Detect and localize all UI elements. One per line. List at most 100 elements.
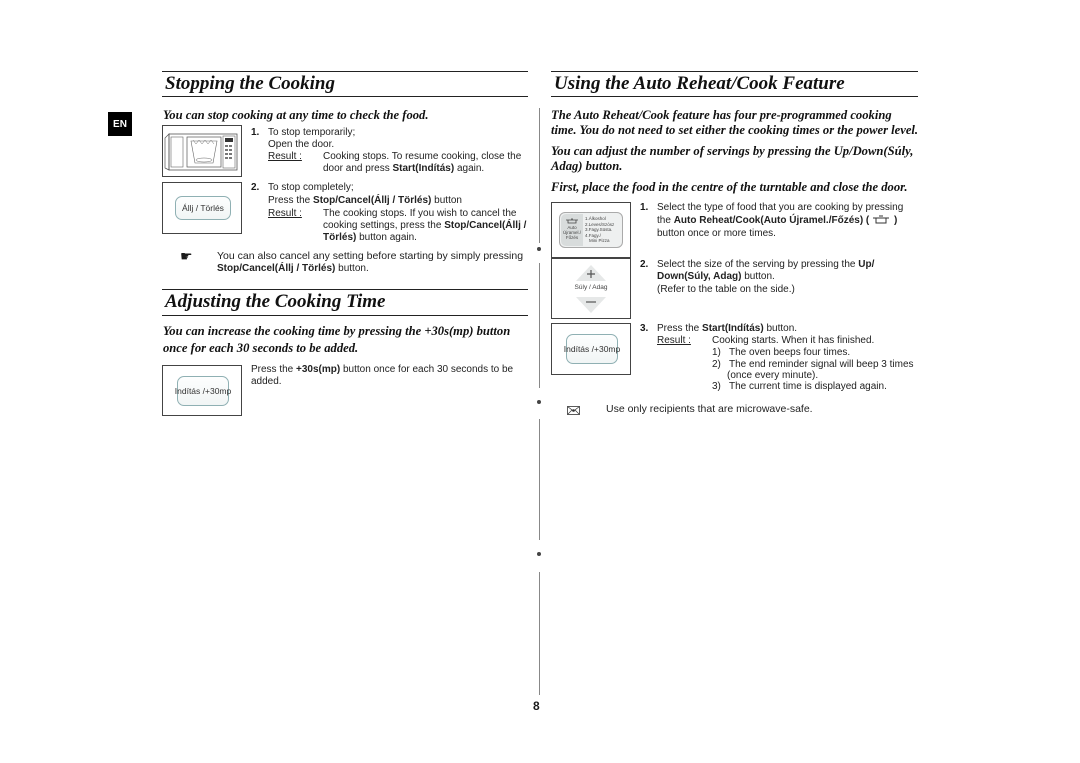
start-plus30-button[interactable]: Indítás /+30mp: [564, 334, 620, 364]
pot-icon: [566, 218, 578, 224]
result-text: Cooking stops. To resume cooking, close …: [323, 151, 522, 162]
binding-dot: [537, 247, 541, 251]
result-label: Result :: [268, 151, 302, 162]
text: cooking settings, press the: [323, 220, 445, 231]
plus-icon: [576, 265, 606, 281]
step-text: Press the Start(Indítás) button.: [657, 323, 797, 335]
subitem-text: The current time is displayed again.: [729, 381, 887, 392]
subitem-number: 1): [712, 347, 721, 358]
note-text: Use only recipients that are microwave-s…: [606, 403, 813, 415]
result-text: cooking settings, press the Stop/Cancel(…: [323, 220, 526, 232]
microwave-icon: [164, 133, 238, 171]
result-label: Result :: [268, 208, 302, 219]
bold-text: Down(Súly, Adag): [657, 271, 742, 282]
step-text: Press the Stop/Cancel(Állj / Törlés) but…: [268, 195, 462, 207]
auto-lead: time. You do not need to set either the …: [551, 123, 919, 137]
up-button[interactable]: [576, 265, 606, 283]
text: again.: [454, 163, 485, 174]
bold-text: Stop/Cancel(Állj /: [444, 220, 527, 231]
option-item: 3.Fagy.Süsta.: [585, 227, 613, 232]
plus30-button-image: Indítás /+30mp: [162, 365, 242, 416]
result-subitem: 3) The current time is displayed again.: [712, 381, 887, 393]
step-number: 1.: [640, 202, 649, 213]
top-rule: [551, 71, 918, 72]
binding-dot: [537, 400, 541, 404]
binding-dot: [537, 552, 541, 556]
section-rule: [162, 289, 528, 290]
auto-lead: First, place the food in the centre of t…: [551, 180, 908, 194]
down-button[interactable]: [576, 295, 606, 313]
plus30-button[interactable]: Indítás /+30mp: [175, 376, 231, 406]
auto-panel: Auto Újramel./ Főzés 1.Álkoshol 2.Leves/…: [559, 212, 623, 248]
stop-cancel-button[interactable]: Állj / Törlés: [175, 196, 231, 220]
auto-reheat-panel-image: Auto Újramel./ Főzés 1.Álkoshol 2.Leves/…: [551, 202, 631, 258]
adjusting-text: added.: [251, 376, 282, 387]
result-label: Result :: [657, 335, 691, 346]
text: Press the: [251, 364, 297, 375]
option-item: Mini Pizza: [589, 238, 610, 243]
stop-button-image: Állj / Törlés: [162, 182, 242, 234]
bold-text: Start(Indítás): [702, 323, 764, 334]
text: button again.: [356, 232, 417, 243]
language-tab: EN: [108, 112, 132, 136]
text: Press the: [268, 195, 314, 206]
title-rule: [162, 315, 528, 316]
result-subitem: 1) The oven beeps four times.: [712, 347, 850, 359]
section-title-adjusting: Adjusting the Cooking Time: [165, 291, 386, 312]
title-rule: [162, 96, 528, 97]
warning-envelope-icon: [567, 402, 580, 420]
step-number: 1.: [251, 127, 260, 138]
section-title-auto-reheat: Using the Auto Reheat/Cook Feature: [554, 73, 845, 94]
adjusting-lead: once for each 30 seconds to be added.: [163, 341, 359, 355]
result-text: Törlés) button again.: [323, 232, 417, 244]
page-number: 8: [533, 699, 540, 713]
text: button once for each 30 seconds to be: [340, 364, 514, 375]
step-text: Down(Súly, Adag) button.: [657, 271, 775, 283]
subitem-number: 3): [712, 381, 721, 392]
bold-text: Start(Indítás): [392, 163, 455, 174]
subitem-text: (once every minute).: [727, 370, 819, 381]
text: door and press: [323, 163, 393, 174]
auto-reheat-button[interactable]: Auto Újramel./ Főzés: [561, 214, 583, 246]
updown-label: Súly / Adag: [574, 284, 608, 291]
step-text: Open the door.: [268, 139, 335, 150]
microwave-open-door-image: [162, 125, 242, 177]
result-text: The cooking stops. If you wish to cancel…: [323, 208, 517, 219]
bold-text: Stop/Cancel(Állj / Törlés): [217, 263, 336, 274]
text: Select the size of the serving by pressi…: [657, 259, 859, 270]
subitem-text: The end reminder signal will beep 3 time…: [729, 359, 914, 370]
step-number: 2.: [251, 182, 260, 193]
bold-text: +30s(mp): [296, 364, 341, 375]
bold-text: Stop/Cancel(Állj / Törlés): [313, 195, 432, 206]
column-divider: [539, 572, 540, 695]
step-text: Select the size of the serving by pressi…: [657, 259, 874, 271]
top-rule: [162, 71, 528, 72]
bold-text: Törlés): [323, 232, 357, 243]
note-text: You can also cancel any setting before s…: [217, 250, 524, 262]
result-text: door and press Start(Indítás) again.: [323, 163, 484, 175]
text: the: [657, 215, 674, 226]
up-down-button-image: Súly / Adag: [551, 258, 631, 319]
step-number: 2.: [640, 259, 649, 270]
title-rule: [551, 96, 918, 97]
subitem-text: The oven beeps four times.: [729, 347, 851, 358]
pointing-hand-icon: ☛: [180, 248, 193, 264]
auto-lead: Adag) button.: [551, 159, 623, 173]
bold-text: Up/: [858, 259, 875, 270]
text: button.: [741, 271, 775, 282]
column-divider: [539, 108, 540, 243]
step-text: Select the type of food that you are coo…: [657, 202, 904, 213]
text: button: [431, 195, 462, 206]
pot-icon: [873, 215, 890, 224]
auto-options-list: 1.Álkoshol 2.Leves/Szósz 3.Fagy.Süsta. 4…: [585, 216, 614, 244]
step-text: To stop temporarily;: [268, 127, 356, 138]
button-label: Főzés: [565, 235, 579, 240]
column-divider: [539, 419, 540, 540]
result-text: Cooking starts. When it has finished.: [712, 335, 875, 346]
step-text: (Refer to the table on the side.): [657, 284, 795, 295]
start-button-image: Indítás /+30mp: [551, 323, 631, 375]
note-text: Stop/Cancel(Állj / Törlés) button.: [217, 263, 369, 275]
step-text: To stop completely;: [268, 182, 354, 193]
adjusting-lead: You can increase the cooking time by pre…: [163, 324, 511, 338]
minus-icon: [576, 297, 606, 313]
